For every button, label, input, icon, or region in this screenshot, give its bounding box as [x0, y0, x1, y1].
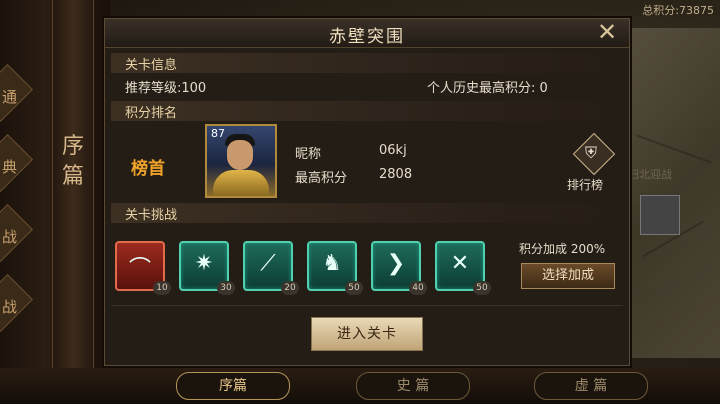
avatar[interactable]: 87 — [205, 124, 277, 198]
campaign-map — [628, 28, 720, 358]
nickname-label: 昵称 — [295, 147, 322, 162]
select-bonus-button[interactable]: 选择加成 — [521, 263, 615, 289]
bottom-tab-history[interactable]: 史 篇 — [356, 372, 470, 400]
total-score: 总积分:73875 — [642, 4, 714, 17]
chapter-scroll-title: 序篇 — [61, 134, 84, 189]
horse-icon: ♞ — [322, 251, 342, 276]
bottom-tab-prologue[interactable]: 序篇 — [176, 372, 290, 400]
divider — [111, 305, 623, 306]
crossed-swords-icon: ✕ — [450, 251, 470, 276]
skill-count: 10 — [153, 281, 171, 295]
recommended-level: 推荐等级:100 — [125, 81, 207, 96]
left-tab-label-2: 典 — [2, 158, 18, 176]
skill-count: 50 — [473, 281, 491, 295]
chevron-right-icon: ❯ — [386, 251, 406, 276]
map-stage-node[interactable] — [640, 195, 680, 235]
close-icon[interactable]: ✕ — [595, 20, 619, 45]
section-label: 积分排名 — [125, 106, 178, 121]
dialog-header: 赤壁突围 ✕ — [105, 19, 629, 48]
leaderboard-label: 排行榜 — [567, 178, 604, 192]
skill-count: 20 — [281, 281, 299, 295]
skill-count: 50 — [345, 281, 363, 295]
skill-count: 40 — [409, 281, 427, 295]
avatar-level: 87 — [211, 127, 225, 140]
nickname-value: 06kj — [379, 143, 407, 158]
horn-icon: ⌒ — [128, 257, 151, 282]
skill-count: 30 — [217, 281, 235, 295]
dialog-title: 赤壁突围 — [329, 27, 405, 47]
portrait-face — [227, 140, 253, 170]
left-tab-label-3: 战 — [2, 228, 18, 246]
blade-icon: ⟋ — [260, 251, 276, 276]
map-stage-label: 扫北迎战 — [628, 168, 672, 181]
left-tab-label-1: 通 — [2, 88, 18, 106]
best-score-value: 2808 — [379, 167, 413, 182]
map-road — [636, 134, 712, 164]
section-label: 关卡信息 — [125, 58, 178, 73]
section-label: 关卡挑战 — [125, 208, 178, 223]
enter-stage-button[interactable]: 进入关卡 — [311, 317, 423, 351]
bottom-tab-fiction[interactable]: 虚 篇 — [534, 372, 648, 400]
left-tab-label-4: 战 — [2, 298, 18, 316]
section-challenge: 关卡挑战 — [111, 203, 623, 223]
section-level-info: 关卡信息 — [111, 53, 623, 73]
stage-dialog: 赤壁突围 ✕ 关卡信息 推荐等级:100 个人历史最高积分: 0 积分排名 榜首… — [104, 18, 630, 366]
section-ranking: 积分排名 — [111, 101, 623, 121]
shield-icon: ⛨ — [585, 143, 598, 162]
portrait-armor — [213, 170, 269, 196]
rank-first-label: 榜首 — [131, 159, 165, 179]
history-best-score: 个人历史最高积分: 0 — [427, 81, 548, 96]
best-score-label: 最高积分 — [295, 171, 348, 186]
score-bonus-text: 积分加成 200% — [519, 242, 606, 256]
chapter-scroll[interactable] — [52, 0, 94, 404]
burst-sword-icon: ✷ — [194, 251, 214, 276]
leaderboard-button[interactable]: ⛨ — [572, 132, 616, 176]
